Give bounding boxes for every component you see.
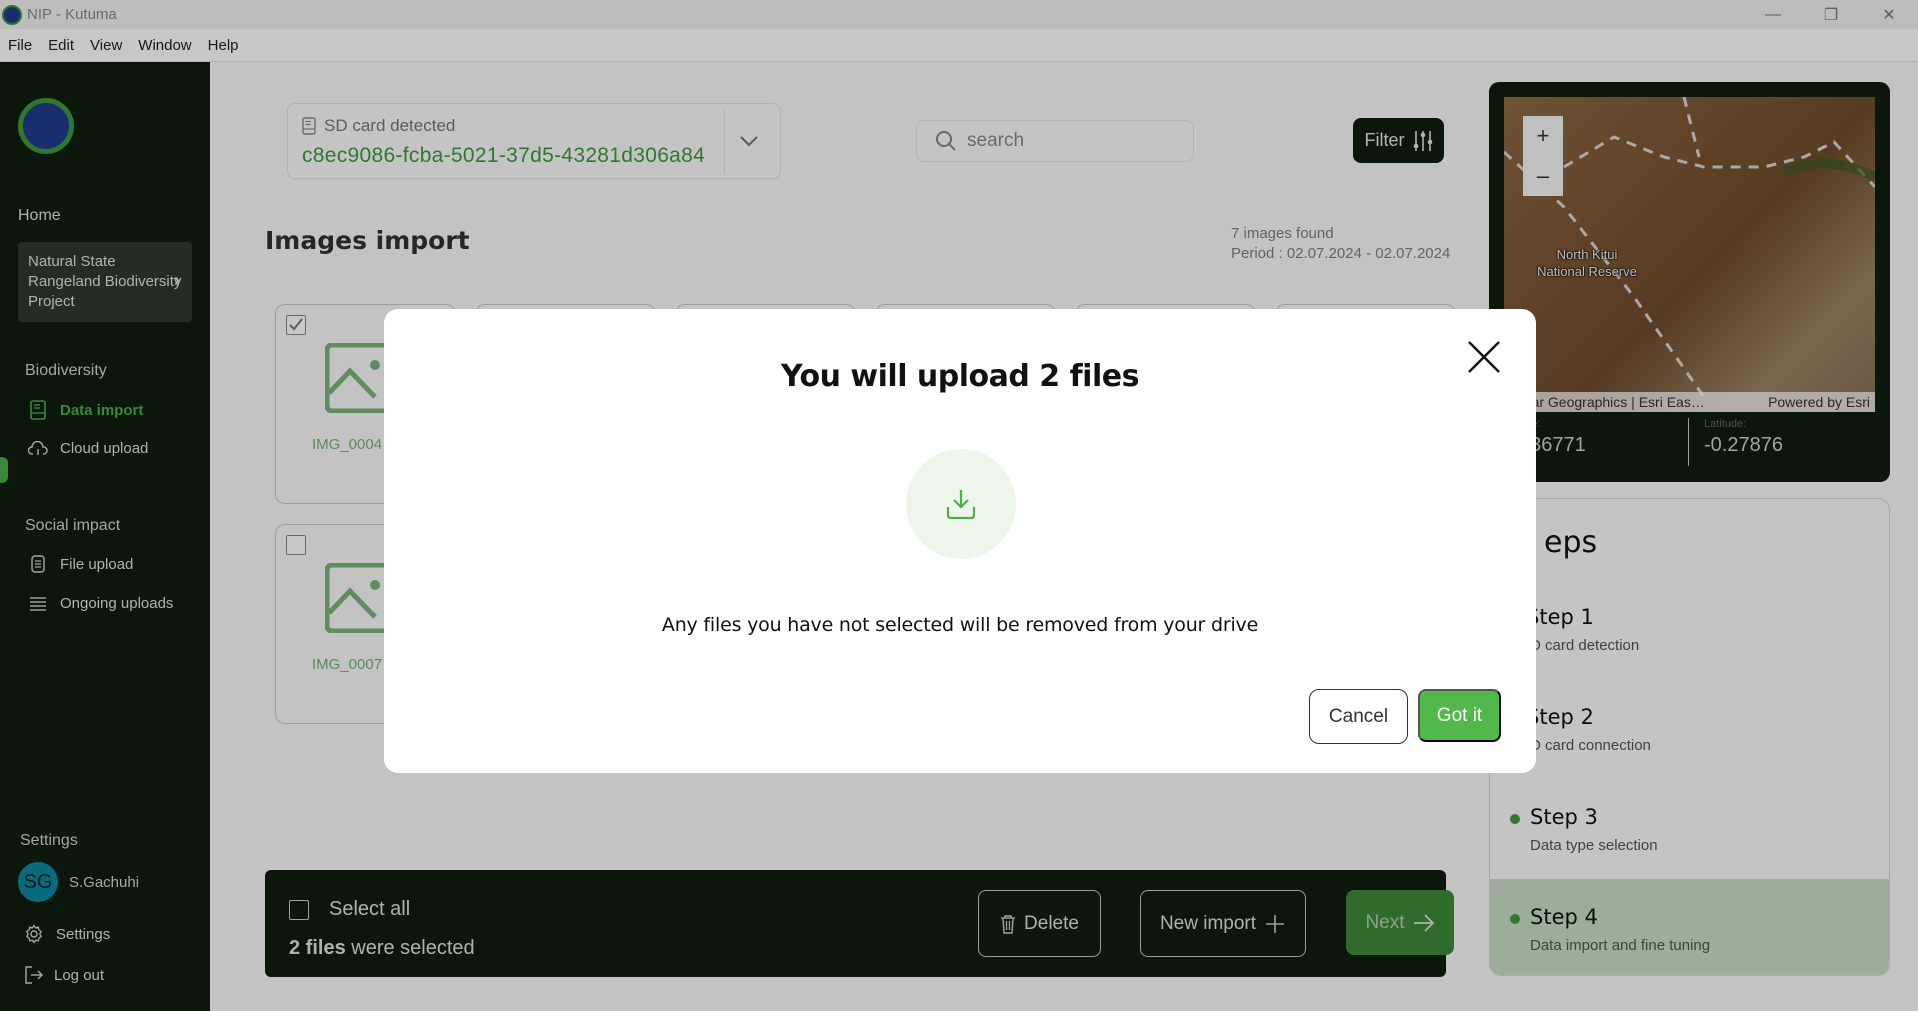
modal-message: Any files you have not selected will be … <box>661 614 1259 636</box>
got-it-button[interactable]: Got it <box>1418 689 1501 742</box>
cancel-button[interactable]: Cancel <box>1309 689 1408 744</box>
download-icon-badge <box>906 449 1016 559</box>
modal-title: You will upload 2 files <box>781 359 1139 394</box>
upload-confirmation-modal: You will upload 2 files Any files you ha… <box>384 309 1536 773</box>
download-icon <box>946 490 976 520</box>
